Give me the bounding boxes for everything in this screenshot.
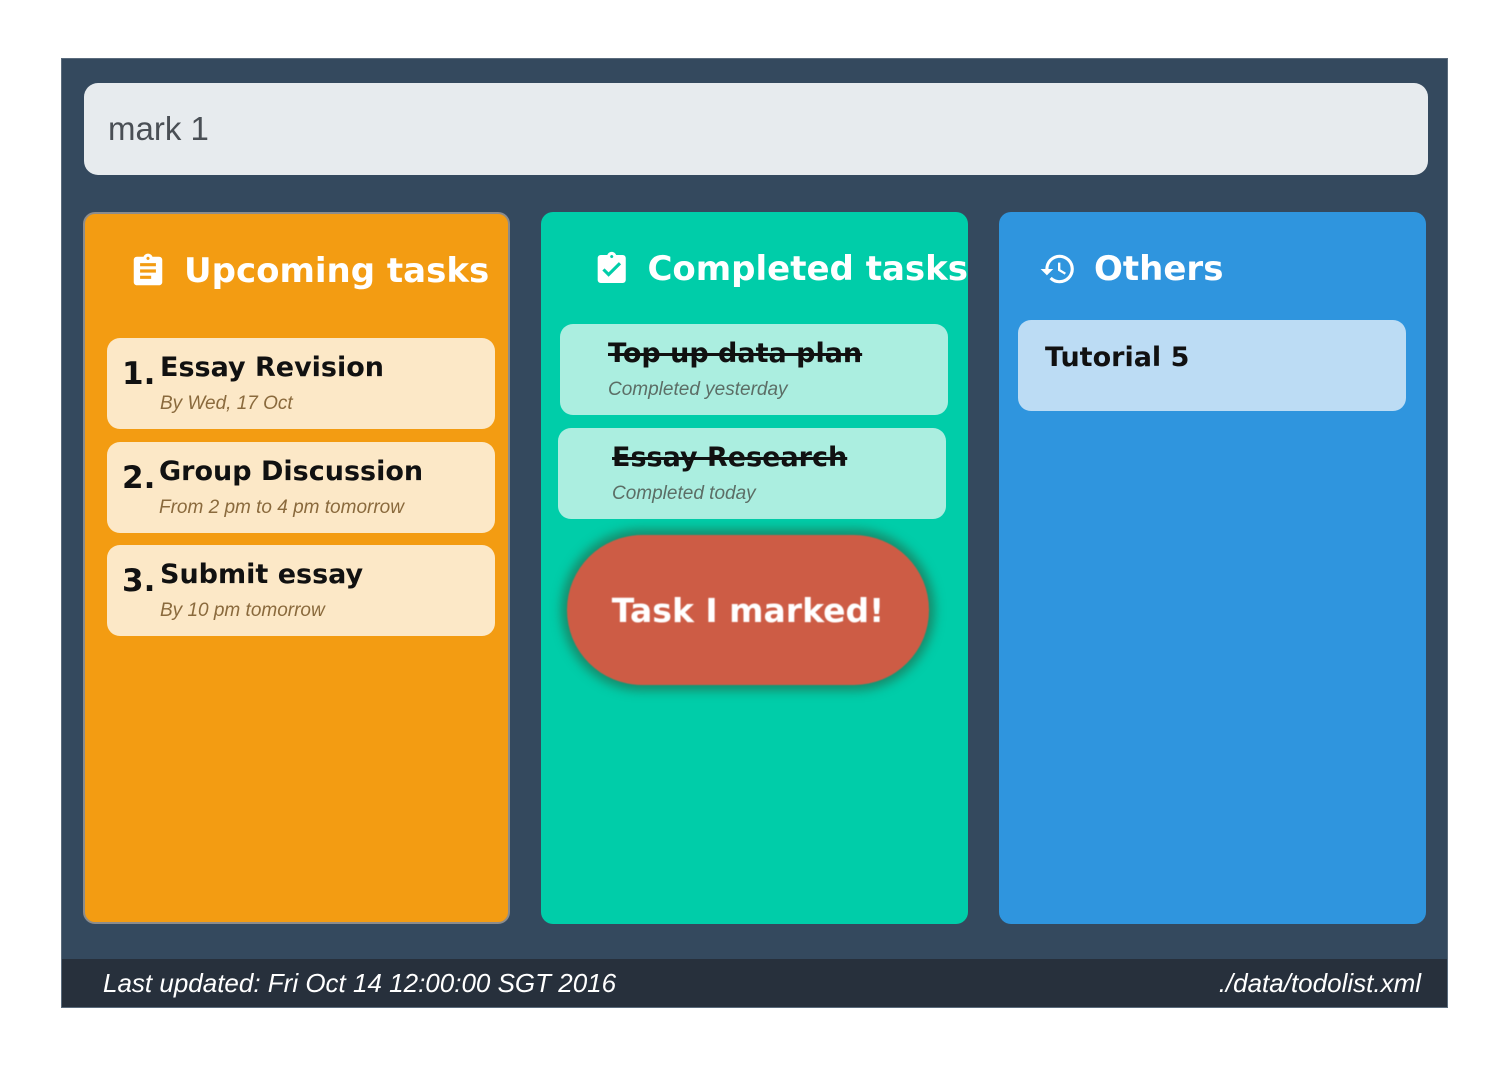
upcoming-tasks-panel: Upcoming tasks 1. Essay Revision By Wed,… (83, 212, 510, 924)
completed-task-card[interactable]: Top up data plan Completed yesterday (560, 324, 948, 415)
other-task-card[interactable]: Tutorial 5 (1018, 320, 1406, 411)
completed-tasks-panel: Completed tasks Top up data plan Complet… (541, 212, 968, 924)
completed-tasks-title: Completed tasks (647, 249, 968, 289)
task-card[interactable]: 1. Essay Revision By Wed, 17 Oct (107, 338, 495, 429)
others-header: Others (999, 246, 1426, 292)
completed-task-card[interactable]: Essay Research Completed today (558, 428, 946, 519)
task-deadline: By 10 pm tomorrow (160, 600, 325, 621)
task-title: Submit essay (160, 559, 364, 590)
task-deadline: From 2 pm to 4 pm tomorrow (159, 497, 404, 518)
completed-tasks-header: Completed tasks (541, 246, 968, 292)
task-marked-toast: Task I marked! (567, 535, 929, 685)
task-deadline: By Wed, 17 Oct (160, 393, 293, 414)
others-panel: Others Tutorial 5 (999, 212, 1426, 924)
upcoming-tasks-header: Upcoming tasks (85, 248, 508, 294)
task-completion-status: Completed yesterday (608, 379, 788, 400)
command-input[interactable] (84, 83, 1428, 175)
file-path-text: ./data/todolist.xml (1218, 967, 1421, 998)
task-index: 1. (122, 356, 156, 392)
clipboard-list-icon (133, 253, 163, 286)
task-title: Top up data plan (608, 338, 863, 369)
task-index: 3. (122, 563, 156, 599)
others-title: Others (1094, 249, 1224, 289)
task-title: Essay Revision (160, 352, 385, 383)
last-updated-text: Last updated: Fri Oct 14 12:00:00 SGT 20… (103, 967, 617, 998)
upcoming-tasks-title: Upcoming tasks (184, 251, 490, 291)
task-card[interactable]: 2. Group Discussion From 2 pm to 4 pm to… (107, 442, 495, 533)
task-completion-status: Completed today (612, 483, 756, 504)
task-title: Group Discussion (159, 456, 424, 487)
status-bar: Last updated: Fri Oct 14 12:00:00 SGT 20… (62, 959, 1447, 1007)
task-title: Tutorial 5 (1045, 342, 1190, 373)
task-title: Essay Research (612, 442, 848, 473)
task-card[interactable]: 3. Submit essay By 10 pm tomorrow (107, 545, 495, 636)
task-index: 2. (122, 460, 156, 496)
app-window: Upcoming tasks 1. Essay Revision By Wed,… (61, 58, 1448, 1008)
clipboard-check-icon (597, 251, 626, 284)
history-icon (1040, 254, 1074, 284)
